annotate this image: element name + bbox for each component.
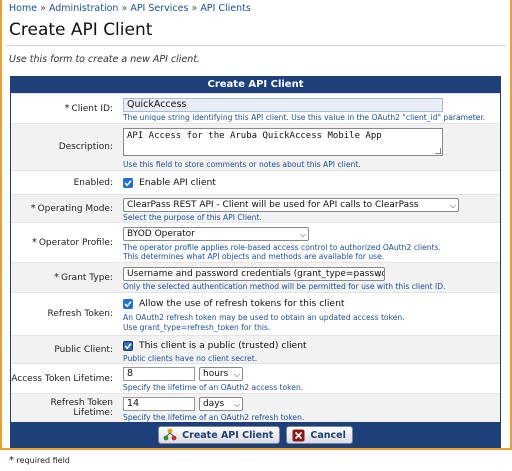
required-field-footnote: * required field (9, 455, 70, 466)
resize-grip-icon[interactable] (435, 148, 441, 154)
grant-type-hint: Only the selected authentication method … (123, 282, 446, 291)
breadcrumb-separator: » (121, 3, 128, 14)
operator-profile-hint-2: This determines what API objects and met… (123, 252, 385, 261)
row-operator-profile: * Operator Profile: BYOD Operator ⌵ The … (11, 222, 500, 262)
client-id-hint: The unique string identifying this API c… (123, 113, 486, 122)
breadcrumb-api-clients[interactable]: API Clients (200, 3, 251, 14)
cancel-button[interactable]: Cancel (286, 426, 353, 444)
api-client-add-icon (163, 428, 177, 442)
operating-mode-label: * Operating Mode: (30, 203, 113, 214)
refresh-token-option[interactable]: Allow the use of refresh tokens for this… (123, 298, 345, 309)
operating-mode-select[interactable]: ClearPass REST API - Client will be used… (123, 198, 459, 212)
checkmark-icon (124, 179, 132, 186)
refresh-token-hint: An OAuth2 refresh token may be used to o… (123, 313, 405, 322)
create-api-client-form: Create API Client * Client ID: QuickAcce… (10, 76, 501, 448)
breadcrumb-home[interactable]: Home (9, 3, 37, 14)
operator-profile-label: * Operator Profile: (31, 237, 113, 248)
divider (6, 45, 506, 46)
public-client-checkbox-label: This client is a public (trusted) client (139, 340, 307, 351)
chevron-down-icon: ⌵ (233, 370, 240, 379)
refresh-token-checkbox-label: Allow the use of refresh tokens for this… (139, 298, 345, 309)
description-textarea[interactable]: API Access for the Aruba QuickAccess Mob… (123, 128, 443, 156)
enabled-option[interactable]: Enable API client (123, 177, 216, 188)
description-label: Description: (58, 142, 113, 152)
row-client-id: * Client ID: QuickAccess The unique stri… (11, 93, 500, 123)
refresh-token-lifetime-input[interactable]: 14 (123, 397, 195, 411)
row-refresh-token: Refresh Token: Allow the use of refresh … (11, 292, 500, 335)
enabled-checkbox[interactable] (123, 177, 133, 188)
chevron-down-icon: ⌵ (449, 201, 456, 210)
refresh-token-unit-select[interactable]: days ⌵ (199, 397, 243, 411)
row-public-client: Public Client: This client is a public (… (11, 335, 500, 363)
refresh-token-label: Refresh Token: (47, 309, 114, 319)
breadcrumb-separator: » (191, 3, 198, 14)
row-operating-mode: * Operating Mode: ClearPass REST API - C… (11, 194, 500, 222)
grant-type-label: * Grant Type: (54, 272, 113, 283)
chevron-down-icon: ⌵ (299, 230, 306, 239)
refresh-token-lifetime-label: Refresh Token Lifetime: (50, 398, 113, 418)
breadcrumb-separator: » (40, 3, 46, 14)
checkmark-icon (124, 342, 132, 349)
enabled-checkbox-label: Enable API client (139, 177, 216, 188)
row-description: Description: API Access for the Aruba Qu… (11, 123, 500, 170)
access-token-lifetime-hint: Specify the lifetime of an OAuth2 access… (123, 383, 304, 392)
row-enabled: Enabled: Enable API client (11, 170, 500, 194)
required-marker: * (64, 103, 70, 114)
grant-type-select[interactable]: Username and password credentials (grant… (123, 267, 385, 281)
public-client-option[interactable]: This client is a public (trusted) client (123, 340, 307, 351)
client-id-label: * Client ID: (64, 103, 113, 114)
access-token-unit-select[interactable]: hours ⌵ (199, 367, 243, 381)
operator-profile-select[interactable]: BYOD Operator ⌵ (123, 227, 309, 241)
public-client-label: Public Client: (54, 344, 113, 355)
public-client-checkbox[interactable] (123, 340, 133, 351)
intro-text: Use this form to create a new API client… (9, 54, 201, 65)
row-refresh-token-lifetime: Refresh Token Lifetime: 14 days ⌵ Specif… (11, 393, 500, 422)
checkmark-icon (124, 300, 132, 307)
breadcrumb-administration[interactable]: Administration (49, 3, 119, 14)
access-token-lifetime-input[interactable]: 8 (123, 367, 195, 381)
client-id-input[interactable]: QuickAccess (123, 98, 443, 112)
create-api-client-button[interactable]: Create API Client (158, 426, 281, 444)
form-actions: Create API Client Cancel (11, 422, 500, 448)
chevron-down-icon: ⌵ (375, 270, 382, 279)
breadcrumb-api-services[interactable]: API Services (130, 3, 188, 14)
access-token-lifetime-label: Access Token Lifetime: (11, 373, 113, 384)
breadcrumb: Home » Administration » API Services » A… (9, 3, 251, 14)
required-marker: * (9, 455, 14, 466)
row-grant-type: * Grant Type: Username and password cred… (11, 262, 500, 292)
chevron-down-icon: ⌵ (233, 400, 240, 409)
enabled-label: Enabled: (73, 177, 113, 188)
refresh-token-checkbox[interactable] (123, 298, 133, 309)
description-hint: Use this field to store comments or note… (123, 160, 361, 169)
page-title: Create API Client (9, 20, 153, 40)
form-header: Create API Client (11, 77, 500, 93)
row-access-token-lifetime: Access Token Lifetime: 8 hours ⌵ Specify… (11, 363, 500, 393)
refresh-token-hint-2: Use grant_type=refresh_token for this. (123, 323, 271, 332)
cancel-icon (291, 428, 305, 442)
